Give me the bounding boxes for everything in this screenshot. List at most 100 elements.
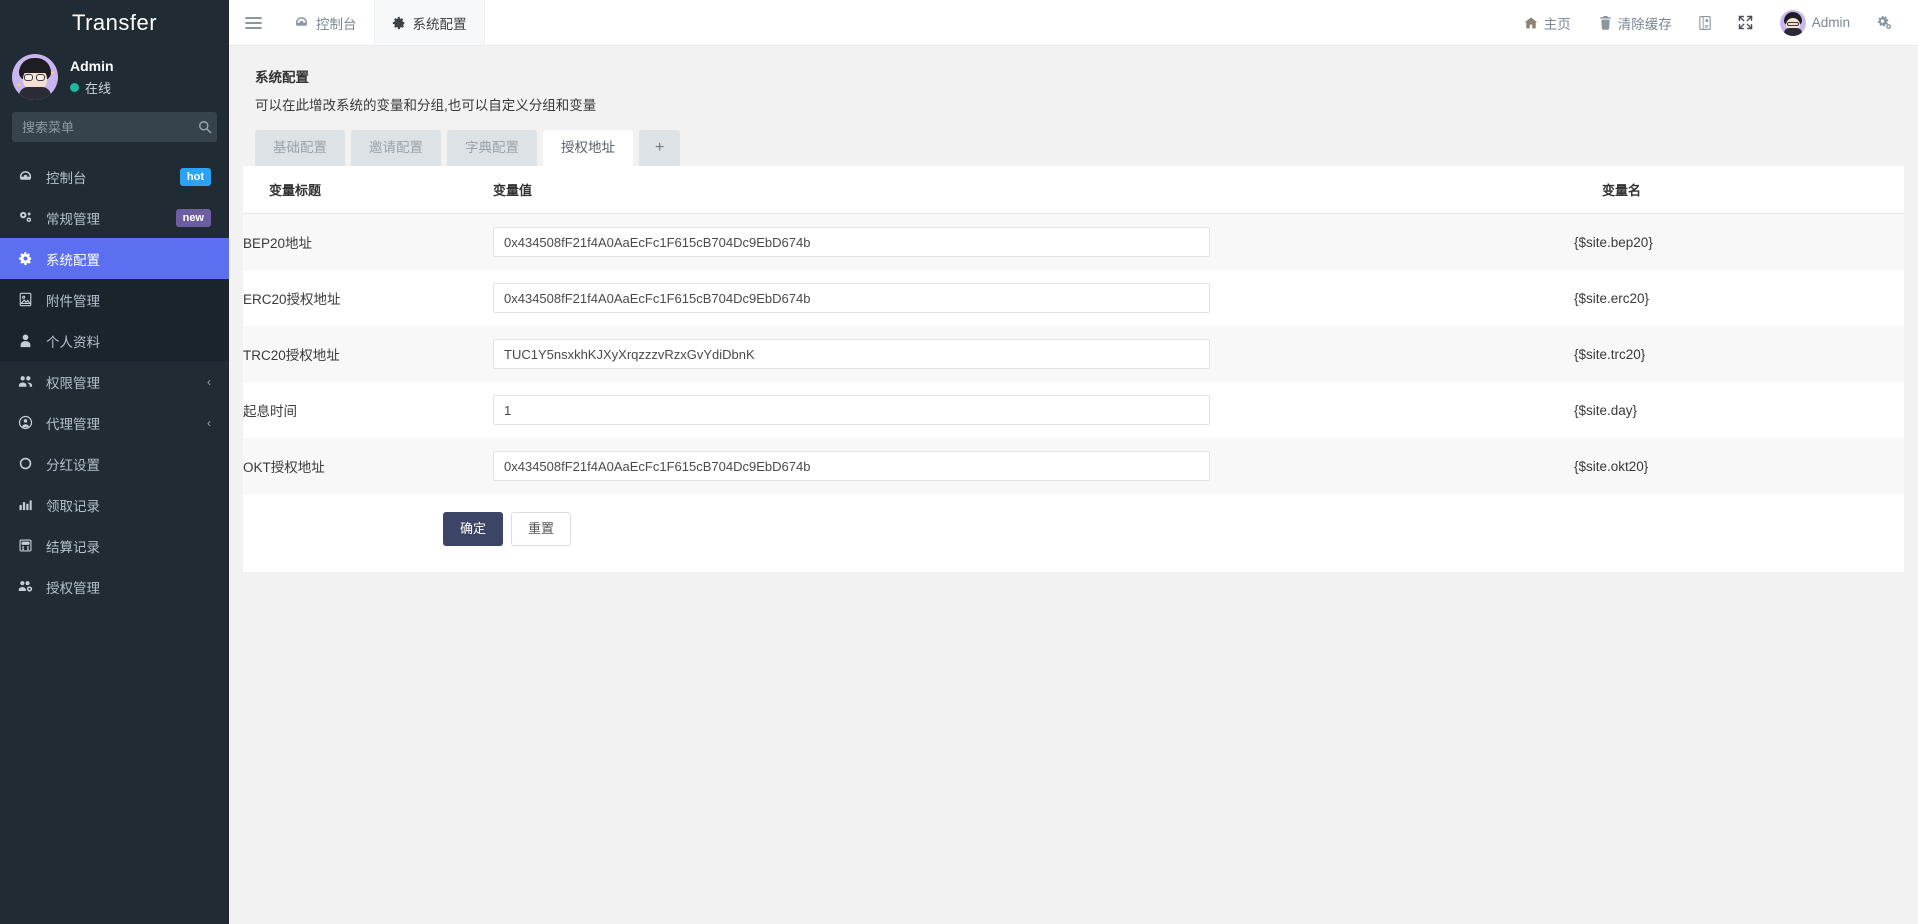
user-menu-button[interactable]: Admin <box>1766 0 1864 46</box>
sidebar-item-11[interactable]: 授权管理 <box>0 566 229 607</box>
sidebar-item-label: 领取记录 <box>46 498 100 514</box>
avatar <box>1779 9 1806 36</box>
add-tab-button[interactable]: + <box>639 130 681 166</box>
config-panel: 变量标题 变量值 变量名 BEP20地址 {$site.bep20} ERC20授权… <box>243 166 1904 572</box>
home-button[interactable]: 主页 <box>1510 0 1585 46</box>
chevron-left-icon: ‹ <box>207 374 211 389</box>
row-value-input[interactable] <box>493 395 1210 425</box>
sidebar-item-5[interactable]: 个人资料 <box>0 320 229 361</box>
column-header-title: 变量标题 <box>243 166 493 214</box>
clear-cache-button[interactable]: 清除缓存 <box>1585 0 1686 46</box>
config-table: 变量标题 变量值 变量名 BEP20地址 {$site.bep20} ERC20授权… <box>243 166 1904 494</box>
sidebar-item-9[interactable]: 领取记录 <box>0 484 229 525</box>
sidebar-item-6[interactable]: 权限管理 ‹ <box>0 361 229 402</box>
config-tab-2[interactable]: 邀请配置 <box>351 130 441 166</box>
online-dot-icon <box>70 82 79 92</box>
hamburger-icon[interactable] <box>229 0 277 45</box>
profile-name: Admin <box>70 57 114 74</box>
table-row: TRC20授权地址 {$site.trc20} <box>243 326 1904 382</box>
search-input[interactable] <box>22 119 198 135</box>
sidebar-item-10[interactable]: 结算记录 <box>0 525 229 566</box>
row-title: ERC20授权地址 <box>243 292 341 307</box>
sidebar-item-label: 权限管理 <box>46 375 100 391</box>
sidebar-item-label: 分红设置 <box>46 457 100 473</box>
sidebar-item-badge: hot <box>179 167 211 186</box>
table-row: ERC20授权地址 {$site.erc20} <box>243 270 1904 326</box>
calculator-icon <box>18 538 35 553</box>
topbar-tab-system-config[interactable]: 系统配置 <box>374 0 485 45</box>
sidebar-menu: 控制台 hot 常规管理 new 系统配置附件管理个人资料权限管理 ‹ 代理管理 ‹ 分红设置领… <box>0 156 229 924</box>
topbar-tab-console[interactable]: 控制台 <box>277 0 375 45</box>
table-row: OKT授权地址 {$site.okt20} <box>243 438 1904 494</box>
sidebar-item-label: 控制台 <box>46 170 87 186</box>
users-icon <box>18 374 35 389</box>
config-tab-4[interactable]: 授权地址 <box>543 130 633 166</box>
file-image-icon <box>18 292 35 307</box>
sidebar-item-7[interactable]: 代理管理 ‹ <box>0 402 229 443</box>
gear-icon <box>18 251 35 266</box>
sidebar-item-badge: new <box>175 208 211 227</box>
submit-button[interactable]: 确定 <box>443 512 504 546</box>
clear-cache-label: 清除缓存 <box>1617 16 1672 32</box>
topbar-right-actions: 主页 清除缓存 Admin <box>1510 0 1918 45</box>
column-header-varname: 变量名 <box>1574 166 1904 214</box>
theme-palette-icon[interactable] <box>1686 0 1726 46</box>
table-row: 起息时间 {$site.day} <box>243 382 1904 438</box>
sidebar: Transfer ✦✦ Admin 在线 控制台 hot 常规管理 new 系统配置附件… <box>0 0 229 924</box>
topbar-tab-label: 控制台 <box>316 16 357 32</box>
sidebar-search <box>0 112 229 156</box>
row-value-input[interactable] <box>493 283 1210 313</box>
sidebar-item-label: 附件管理 <box>46 293 100 309</box>
topbar-tab-label: 系统配置 <box>412 16 467 32</box>
profile-status: 在线 <box>70 78 114 97</box>
sidebar-item-8[interactable]: 分红设置 <box>0 443 229 484</box>
sidebar-item-label: 结算记录 <box>46 539 100 555</box>
row-title: 起息时间 <box>243 404 297 419</box>
row-value-input[interactable] <box>493 451 1210 481</box>
sidebar-item-3[interactable]: 系统配置 <box>0 238 229 279</box>
avatar: ✦ ✦ <box>12 54 58 100</box>
sidebar-item-label: 系统配置 <box>46 252 100 268</box>
fullscreen-expand-icon[interactable] <box>1726 0 1766 46</box>
page-content: 系统配置 可以在此增改系统的变量和分组,也可以自定义分组和变量 基础配置 邀请配置… <box>229 46 1918 924</box>
table-header-row: 变量标题 变量值 变量名 <box>243 166 1904 214</box>
search-icon[interactable] <box>198 120 212 134</box>
row-varname: {$site.trc20} <box>1574 346 1646 362</box>
row-varname: {$site.day} <box>1574 402 1638 418</box>
topbar: 控制台 系统配置 主页 清除缓存 Admin <box>229 0 1918 46</box>
row-varname: {$site.erc20} <box>1574 290 1650 306</box>
sidebar-item-4[interactable]: 附件管理 <box>0 279 229 320</box>
table-row: BEP20地址 {$site.bep20} <box>243 213 1904 270</box>
home-label: 主页 <box>1543 16 1571 32</box>
page-subtitle: 可以在此增改系统的变量和分组,也可以自定义分组和变量 <box>255 98 597 113</box>
config-tab-3[interactable]: 字典配置 <box>447 130 537 166</box>
row-title: TRC20授权地址 <box>243 348 340 363</box>
page-title: 系统配置 <box>255 70 309 85</box>
row-value-input[interactable] <box>493 227 1210 257</box>
config-tab-1[interactable]: 基础配置 <box>255 130 345 166</box>
sidebar-item-1[interactable]: 控制台 hot <box>0 156 229 197</box>
row-value-input[interactable] <box>493 339 1210 369</box>
row-title: OKT授权地址 <box>243 460 325 475</box>
chart-icon <box>18 497 35 512</box>
sidebar-item-2[interactable]: 常规管理 new <box>0 197 229 238</box>
circle-icon <box>18 456 35 471</box>
dashboard-icon <box>18 169 35 184</box>
users-cog-icon <box>18 579 35 594</box>
dashboard-icon <box>294 15 309 30</box>
profile-status-label: 在线 <box>85 80 112 96</box>
reset-button[interactable]: 重置 <box>511 512 572 546</box>
main-area: 控制台 系统配置 主页 清除缓存 Admin 系统配置 可以在此增改系统的变量和… <box>229 0 1918 924</box>
form-actions: 确定 重置 <box>243 494 1904 546</box>
user-menu-label: Admin <box>1811 15 1850 30</box>
sidebar-item-label: 常规管理 <box>46 211 100 227</box>
row-varname: {$site.bep20} <box>1574 234 1653 250</box>
cogs-settings-icon[interactable] <box>1864 0 1904 46</box>
sidebar-profile[interactable]: ✦ ✦ Admin 在线 <box>0 46 229 112</box>
user-circle-icon <box>18 415 35 430</box>
row-title: BEP20地址 <box>243 236 313 251</box>
row-varname: {$site.okt20} <box>1574 458 1649 474</box>
page-header: 系统配置 可以在此增改系统的变量和分组,也可以自定义分组和变量 <box>243 60 1904 114</box>
home-icon <box>1524 16 1538 30</box>
